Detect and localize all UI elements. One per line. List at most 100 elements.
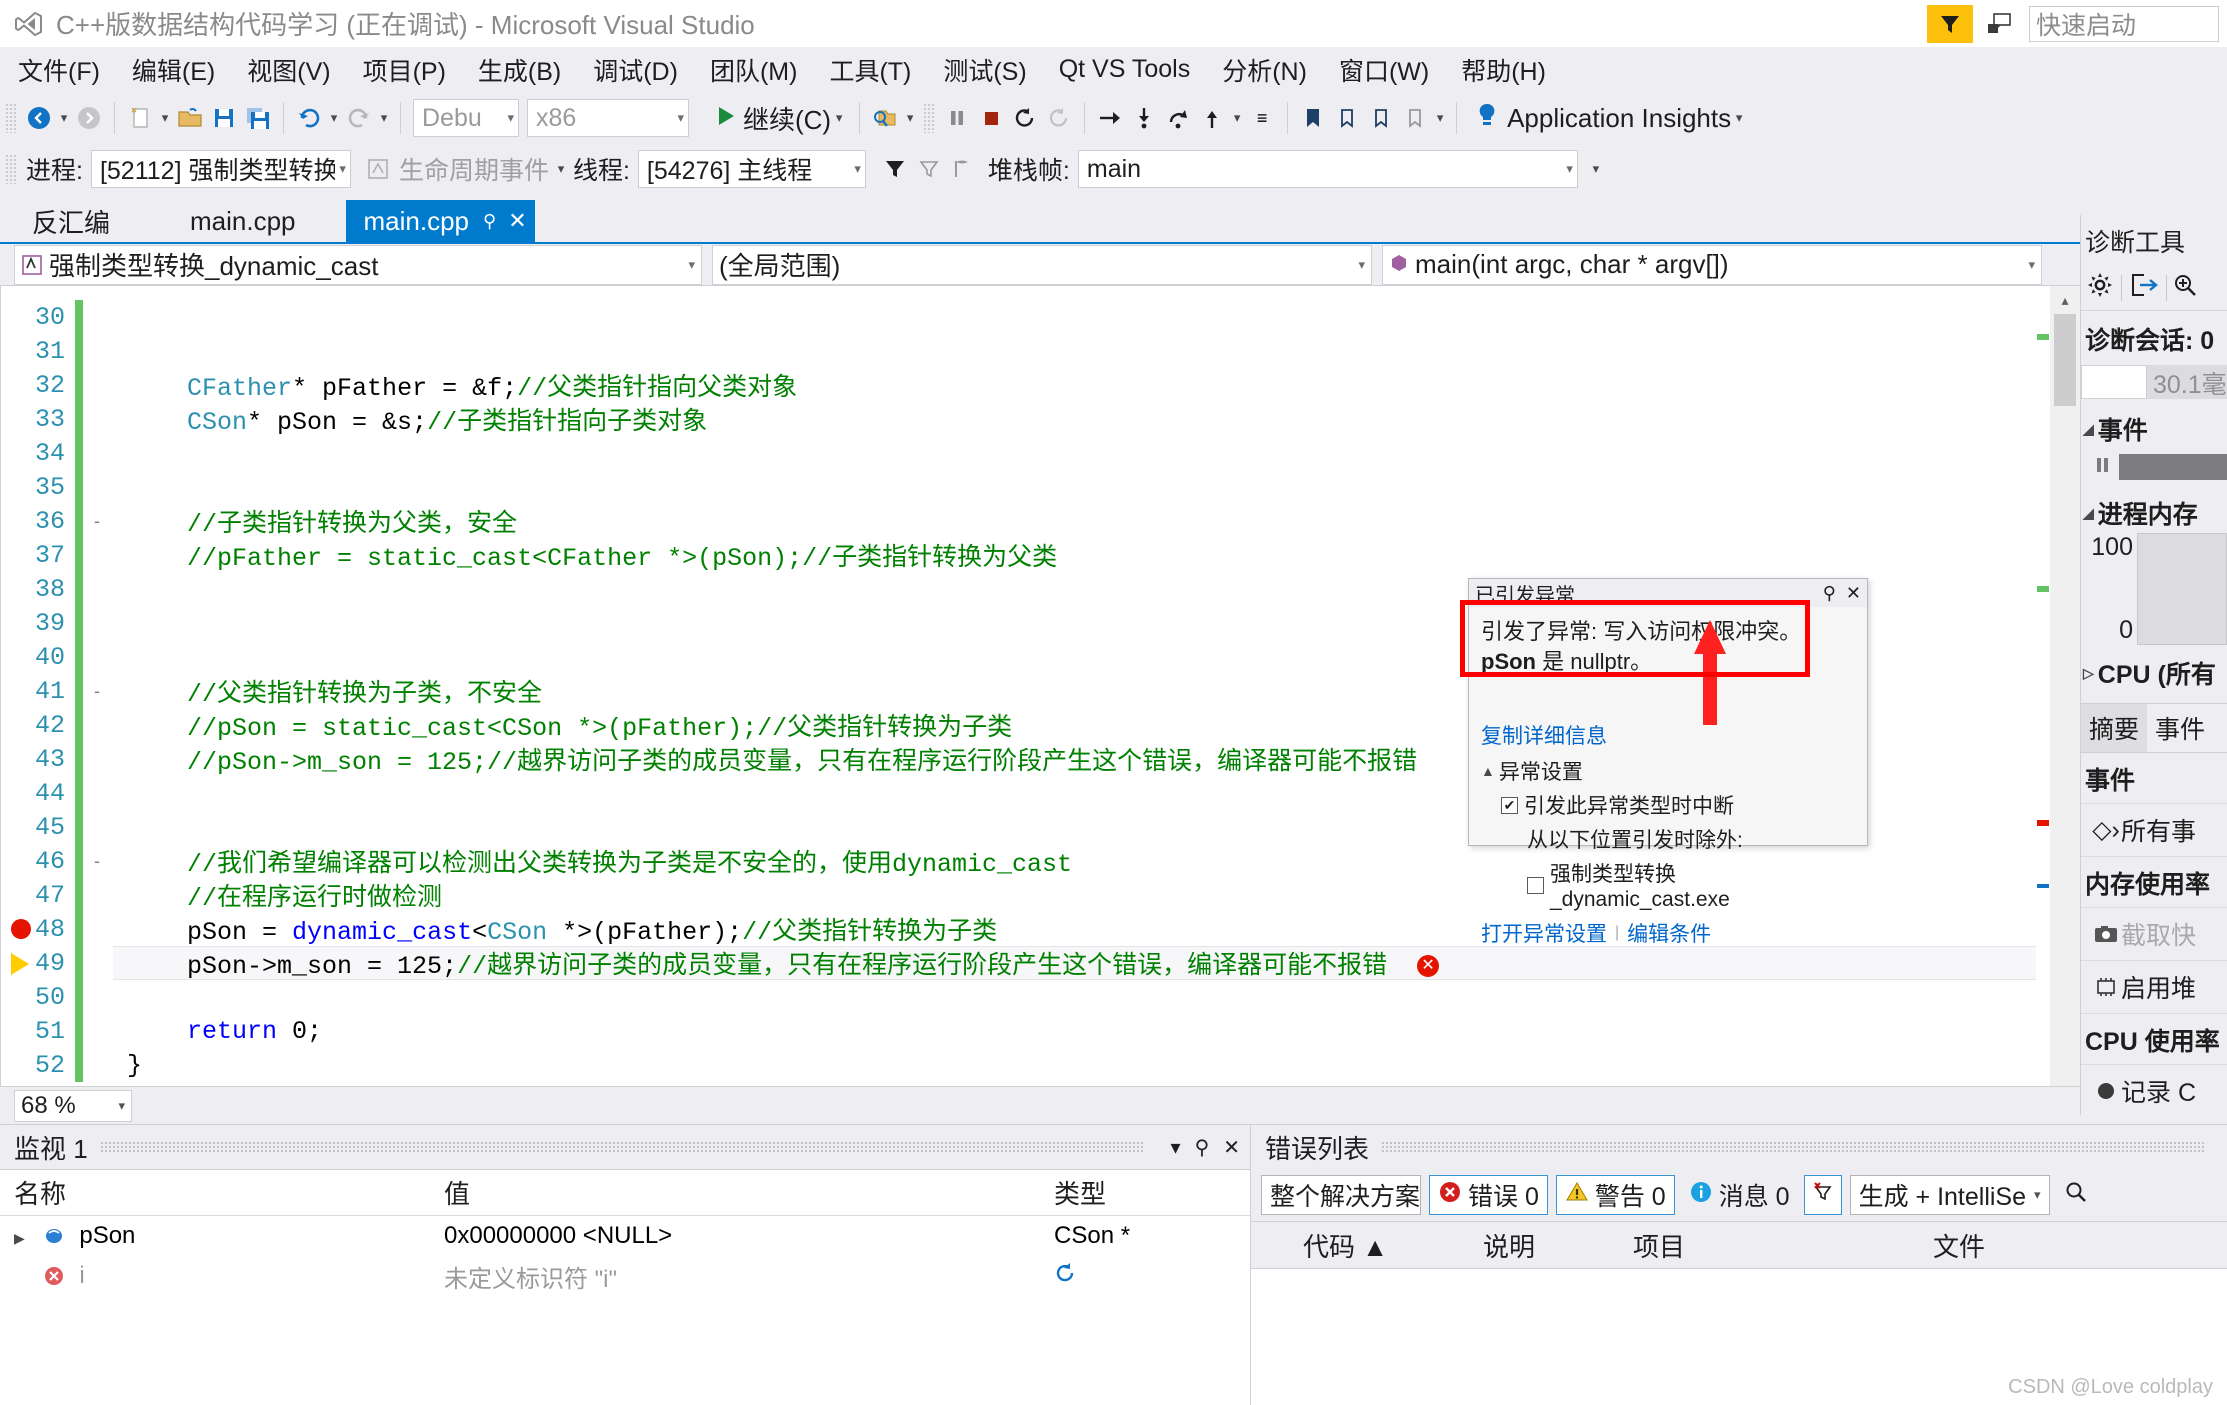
take-snapshot-row[interactable]: 截取快: [2081, 908, 2227, 961]
cpu-section-header[interactable]: ▷ CPU (所有: [2081, 645, 2227, 693]
step-into-icon[interactable]: [1127, 100, 1161, 136]
nav-scope-combo[interactable]: (全局范围) ▾: [712, 244, 1372, 285]
undo-icon[interactable]: [292, 100, 326, 136]
save-all-icon[interactable]: [241, 100, 275, 136]
nav-project-combo[interactable]: 强制类型转换_dynamic_cast ▾: [14, 244, 702, 285]
toolbar-grip[interactable]: [5, 154, 17, 184]
overflow-icon[interactable]: ▾: [1588, 151, 1604, 187]
nav-function-combo[interactable]: main(int argc, char * argv[]) ▾: [1382, 244, 2042, 285]
watch-row-value[interactable]: 未定义标识符 "i": [430, 1259, 1040, 1294]
open-exception-settings-link[interactable]: 打开异常设置: [1481, 918, 1607, 948]
menu-item-tools[interactable]: 工具(T): [827, 50, 913, 90]
chevron-down-icon[interactable]: ▾: [831, 100, 847, 136]
tab-summary[interactable]: 摘要: [2081, 704, 2148, 752]
expander-icon[interactable]: ▶: [14, 1230, 36, 1247]
undo-dropdown-icon[interactable]: ▾: [326, 100, 342, 136]
menu-item-team[interactable]: 团队(M): [708, 50, 799, 90]
application-insights-button[interactable]: Application Insights ▾: [1475, 100, 1747, 136]
pin-icon[interactable]: ⚲: [1823, 583, 1836, 604]
pause-icon[interactable]: [940, 100, 974, 136]
lifecycle-dropdown-icon[interactable]: ▾: [553, 151, 569, 187]
navigate-forward-icon[interactable]: [72, 100, 106, 136]
step-dropdown-icon[interactable]: ▾: [1229, 100, 1245, 136]
process-combo[interactable]: [52112] 强制类型转换 ▾: [90, 150, 351, 188]
restart-icon[interactable]: [1008, 100, 1042, 136]
panel-grip[interactable]: [99, 1141, 1145, 1153]
chevron-down-icon[interactable]: ▾: [1171, 1135, 1181, 1160]
export-icon[interactable]: [2130, 272, 2160, 303]
navigate-back-dropdown-icon[interactable]: ▾: [56, 100, 72, 136]
build-intellisense-combo[interactable]: 生成 + IntelliSe ▾: [1849, 1175, 2050, 1215]
redo-dropdown-icon[interactable]: ▾: [376, 100, 392, 136]
menu-item-edit[interactable]: 编辑(E): [130, 50, 217, 90]
attach-process-icon[interactable]: [868, 100, 902, 136]
copy-details-link[interactable]: 复制详细信息: [1481, 720, 1855, 750]
fold-marker[interactable]: -: [83, 681, 111, 702]
menu-item-window[interactable]: 窗口(W): [1337, 50, 1431, 90]
scroll-up-icon[interactable]: ▴: [2050, 286, 2080, 314]
solution-configuration-combo[interactable]: Debu ▾: [413, 99, 519, 137]
filter-icon[interactable]: [878, 151, 912, 187]
panel-grip[interactable]: [1381, 1141, 2205, 1153]
step-over-icon[interactable]: [1093, 100, 1127, 136]
events-list-row-all[interactable]: ◇› 所有事: [2081, 804, 2227, 857]
more-commands-icon[interactable]: ≡: [1245, 100, 1279, 136]
bookmark-dropdown-icon[interactable]: ▾: [1432, 100, 1448, 136]
scrollbar-thumb[interactable]: [2054, 314, 2076, 406]
clear-filter-button[interactable]: [1803, 1175, 1842, 1215]
stackframe-combo[interactable]: main ▾: [1077, 150, 1578, 188]
memory-section-header[interactable]: ◢ 进程内存: [2081, 485, 2227, 533]
prev-bookmark-icon[interactable]: [1364, 100, 1398, 136]
record-cpu-row[interactable]: 记录 C: [2081, 1065, 2227, 1115]
pin-icon[interactable]: ⚲: [483, 211, 496, 232]
close-icon[interactable]: ✕: [1223, 1135, 1240, 1160]
menu-item-test[interactable]: 测试(S): [941, 50, 1028, 90]
enable-heap-row[interactable]: 启用堆: [2081, 961, 2227, 1014]
thread-combo[interactable]: [54276] 主线程 ▾: [637, 150, 866, 188]
next-bookmark-icon[interactable]: [1330, 100, 1364, 136]
error-list-col-code[interactable]: 代码 ▲: [1291, 1227, 1471, 1264]
menu-item-build[interactable]: 生成(B): [476, 50, 563, 90]
continue-debug-button[interactable]: 继续(C) ▾: [711, 98, 851, 138]
save-icon[interactable]: [207, 100, 241, 136]
fold-marker[interactable]: -: [83, 851, 111, 872]
editor-vertical-scrollbar[interactable]: ▴ ▾: [2050, 286, 2080, 1112]
edit-conditions-link[interactable]: 编辑条件: [1627, 918, 1711, 948]
fold-marker[interactable]: -: [83, 511, 111, 532]
quick-launch-input[interactable]: 快速启动: [2029, 5, 2219, 42]
toolbar-grip[interactable]: [5, 103, 17, 133]
feedback-flag-icon[interactable]: [1927, 4, 1973, 43]
error-list-col-file[interactable]: 文件: [1921, 1227, 2227, 1264]
tab-disassembly[interactable]: 反汇编: [14, 200, 128, 242]
stop-icon[interactable]: [974, 100, 1008, 136]
break-on-exception-checkbox[interactable]: ✔: [1501, 796, 1518, 814]
watch-table[interactable]: 名称 值 类型 ▶ pSon 0x00000000 <NULL> CSon *: [0, 1169, 1250, 1405]
clear-bookmarks-icon[interactable]: [1398, 100, 1432, 136]
menu-item-help[interactable]: 帮助(H): [1459, 50, 1548, 90]
close-icon[interactable]: ✕: [1846, 583, 1861, 604]
step-out-icon[interactable]: [1161, 100, 1195, 136]
tab-events[interactable]: 事件: [2147, 704, 2213, 752]
menu-item-project[interactable]: 项目(P): [361, 50, 448, 90]
table-row[interactable]: i 未定义标识符 "i": [0, 1256, 1250, 1296]
errors-filter-button[interactable]: 错误 0: [1429, 1175, 1548, 1215]
tab-main-cpp-1[interactable]: main.cpp: [172, 200, 314, 242]
gear-icon[interactable]: [2087, 272, 2113, 303]
toolbar-grip[interactable]: [923, 103, 936, 133]
attach-dropdown-icon[interactable]: ▾: [902, 100, 918, 136]
menu-item-analyze[interactable]: 分析(N): [1220, 50, 1309, 90]
refresh-icon[interactable]: [1054, 1262, 1078, 1291]
events-section-header[interactable]: ◢ 事件: [2081, 401, 2227, 449]
navigate-back-icon[interactable]: [22, 100, 56, 136]
error-scope-combo[interactable]: 整个解决方案 ▾: [1261, 1175, 1421, 1215]
menu-item-file[interactable]: 文件(F): [16, 50, 102, 90]
solution-platform-combo[interactable]: x86 ▾: [527, 99, 689, 137]
step-up-icon[interactable]: [1195, 100, 1229, 136]
search-error-list-button[interactable]: [2058, 1175, 2094, 1215]
new-item-dropdown-icon[interactable]: ▾: [157, 100, 173, 136]
exception-settings-section[interactable]: ▲ 异常设置: [1481, 756, 1855, 786]
send-feedback-icon[interactable]: [1979, 5, 2019, 43]
filter-clear-icon[interactable]: [912, 151, 946, 187]
exe-exclude-checkbox[interactable]: [1527, 876, 1544, 894]
menu-item-debug[interactable]: 调试(D): [591, 50, 680, 90]
